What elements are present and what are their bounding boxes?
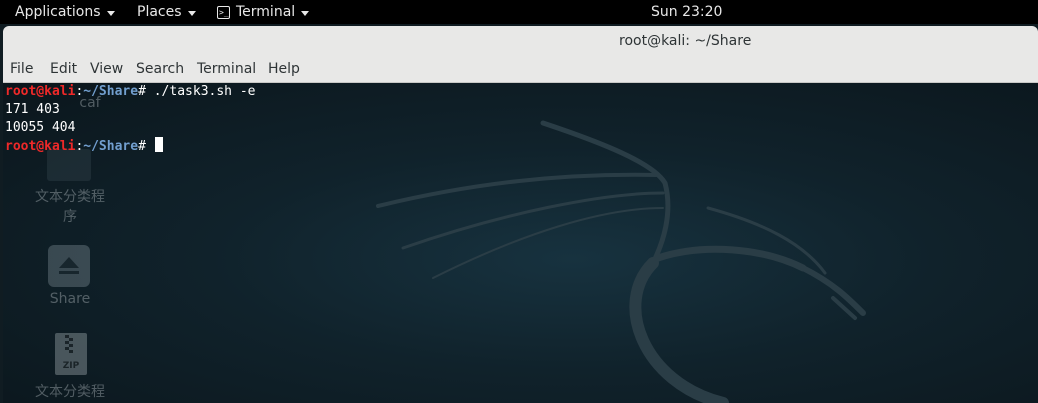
terminal-icon bbox=[217, 1, 230, 25]
terminal-app-menu[interactable]: Terminal bbox=[217, 0, 310, 25]
places-label: Places bbox=[137, 4, 182, 20]
chevron-down-icon bbox=[301, 10, 310, 16]
prompt-symbol: # bbox=[138, 139, 154, 154]
window-title: root@kali: ~/Share bbox=[619, 33, 752, 49]
menu-view[interactable]: View bbox=[90, 57, 123, 82]
menu-search[interactable]: Search bbox=[136, 57, 184, 82]
applications-menu[interactable]: Applications bbox=[15, 0, 115, 24]
menu-bar: File Edit View Search Terminal Help bbox=[3, 57, 1038, 83]
chevron-down-icon bbox=[106, 10, 115, 16]
menu-file[interactable]: File bbox=[10, 57, 33, 82]
prompt-symbol: # bbox=[138, 84, 154, 99]
output-line: 10055 404 bbox=[5, 120, 76, 135]
prompt-path: ~/Share bbox=[83, 139, 139, 154]
prompt-user: root@kali bbox=[5, 139, 76, 154]
top-panel: Applications Places Terminal Sun 23:20 bbox=[0, 0, 1038, 25]
menu-help[interactable]: Help bbox=[268, 57, 300, 82]
places-menu[interactable]: Places bbox=[137, 0, 196, 24]
menu-edit[interactable]: Edit bbox=[50, 57, 77, 82]
terminal-output: root@kali:~/Share# ./task3.sh -e 171 403… bbox=[5, 83, 255, 156]
terminal-app-label: Terminal bbox=[236, 4, 296, 20]
title-bar[interactable]: root@kali: ~/Share bbox=[3, 26, 1038, 57]
menu-terminal[interactable]: Terminal bbox=[197, 57, 256, 82]
clock[interactable]: Sun 23:20 bbox=[651, 0, 722, 24]
text-cursor bbox=[154, 137, 163, 152]
terminal-window: root@kali: ~/Share File Edit View Search… bbox=[3, 26, 1038, 403]
chevron-down-icon bbox=[187, 10, 196, 16]
prompt-line-2: root@kali:~/Share# bbox=[5, 137, 163, 154]
prompt-line-1: root@kali:~/Share# ./task3.sh -e bbox=[5, 84, 255, 99]
applications-label: Applications bbox=[15, 4, 101, 20]
terminal-area[interactable]: caf 文本分类程序 Share ZIP 文本分类程 root@kali:~/S… bbox=[3, 83, 1038, 403]
output-line: 171 403 bbox=[5, 102, 60, 117]
prompt-user: root@kali bbox=[5, 84, 76, 99]
command-text: ./task3.sh -e bbox=[153, 84, 256, 99]
prompt-path: ~/Share bbox=[83, 84, 139, 99]
